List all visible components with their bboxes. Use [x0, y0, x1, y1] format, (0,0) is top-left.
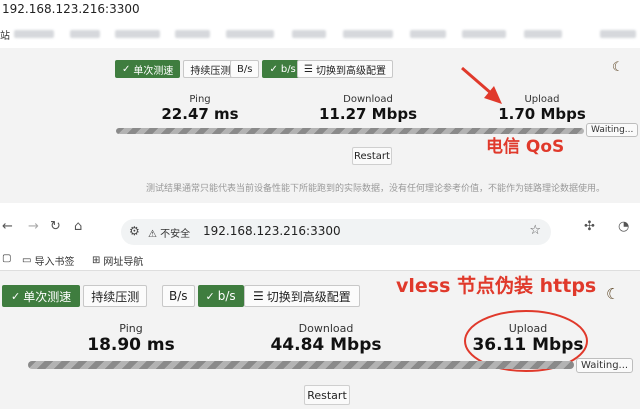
moon-icon[interactable]: ☾ — [612, 60, 624, 75]
security-label: 不安全 — [160, 229, 191, 240]
top-screenshot: 192.168.123.216:3300 站 ✓ 单次测速 持续压测 B/s ✓… — [0, 0, 640, 205]
bottom-single-test-label: 单次测速 — [23, 289, 72, 304]
blurred-bookmark — [175, 30, 210, 38]
bottom-annotation-vless: vless 节点伪装 https — [396, 275, 597, 297]
folder-icon: ▭ — [22, 255, 32, 266]
bottom-download-label: Download — [298, 322, 354, 335]
top-address-url[interactable]: 192.168.123.216:3300 — [2, 2, 140, 16]
address-url[interactable]: 192.168.123.216:3300 — [203, 224, 341, 238]
warning-icon: ⚠ — [148, 229, 157, 240]
bookmark-import[interactable]: ▭ 导入书签 — [22, 253, 74, 268]
top-ping-label: Ping — [189, 94, 211, 105]
top-bookmarks-bar: 站 — [0, 27, 640, 42]
top-download-label: Download — [343, 94, 393, 105]
bottom-unit-bits-button[interactable]: ✓ b/s — [197, 285, 244, 307]
top-ping-value: 22.47 ms — [161, 105, 239, 123]
blurred-bookmark — [462, 30, 506, 38]
top-ping-metric: Ping 22.47 ms — [160, 94, 240, 123]
top-advanced-config-button[interactable]: ☰ 切换到高级配置 — [297, 60, 393, 78]
bottom-restart-button[interactable]: Restart — [304, 385, 350, 405]
top-advanced-config-label: 切换到高级配置 — [315, 65, 386, 77]
top-waiting-badge: Waiting... — [586, 123, 639, 137]
bottom-continuous-test-label: 持续压测 — [91, 289, 140, 304]
check-icon: ✓ — [11, 289, 21, 303]
top-unit-bytes-label: B/s — [237, 63, 253, 75]
bottom-unit-toggle: B/s ✓ b/s — [162, 285, 244, 307]
sliders-icon: ☰ — [253, 289, 264, 303]
site-settings-icon[interactable]: ⚙ — [129, 224, 140, 238]
bottom-unit-bytes-label: B/s — [169, 289, 188, 303]
bottom-download-value: 44.84 Mbps — [270, 335, 382, 355]
blurred-bookmark — [292, 30, 326, 38]
top-annotation-qos: 电信 QoS — [486, 137, 565, 157]
bookmark-navigation[interactable]: ⊞ 网址导航 — [92, 253, 143, 268]
back-icon[interactable]: ← — [2, 219, 13, 234]
check-icon: ✓ — [122, 63, 131, 75]
top-download-value: 11.27 Mbps — [319, 105, 417, 123]
blurred-bookmark — [524, 30, 562, 38]
check-icon: ✓ — [205, 289, 215, 303]
top-continuous-test-label: 持续压测 — [190, 65, 231, 77]
extensions-icon[interactable]: ✣ — [584, 219, 595, 234]
top-unit-toggle: B/s ✓ b/s — [230, 60, 303, 78]
blurred-bookmark — [14, 30, 54, 38]
check-icon: ✓ — [269, 63, 278, 75]
sliders-icon: ☰ — [304, 63, 313, 75]
bottom-single-test-button[interactable]: ✓ 单次测速 — [2, 285, 81, 307]
blurred-bookmark — [70, 30, 100, 38]
bottom-unit-bytes-button[interactable]: B/s — [162, 285, 195, 307]
bookmarks-bar: ▢ ▭ 导入书签 ⊞ 网址导航 — [0, 251, 640, 269]
bottom-ping-label: Ping — [119, 322, 143, 335]
profile-icon[interactable]: ◔ — [618, 219, 629, 234]
bottom-screenshot: ← → ↻ ⌂ ⚙ ⚠ 不安全 192.168.123.216:3300 ☆ ✣… — [0, 205, 640, 409]
top-bookmark-first[interactable]: 站 — [0, 27, 10, 42]
security-status[interactable]: ⚠ 不安全 — [148, 225, 190, 240]
reload-icon[interactable]: ↻ — [50, 219, 61, 234]
top-disclaimer-note: 测试结果通常只能代表当前设备性能下所能跑到的实际数据，没有任何理论参考价值，不能… — [146, 184, 606, 194]
browser-chrome: ← → ↻ ⌂ ⚙ ⚠ 不安全 192.168.123.216:3300 ☆ ✣… — [0, 205, 640, 271]
top-single-test-label: 单次测速 — [133, 65, 174, 77]
bottom-advanced-wrap: ☰ 切换到高级配置 — [244, 285, 360, 307]
bookmark-grid-icon[interactable]: ▢ — [2, 253, 11, 264]
apps-grid-icon: ⊞ — [92, 255, 101, 266]
bottom-unit-bits-label: b/s — [217, 289, 236, 303]
home-icon[interactable]: ⌂ — [74, 219, 82, 234]
blurred-bookmark — [600, 30, 636, 38]
top-unit-bits-label: b/s — [280, 63, 296, 75]
moon-icon[interactable]: ☾ — [606, 285, 619, 303]
blurred-bookmark — [226, 30, 274, 38]
bookmark-navigation-label: 网址导航 — [103, 257, 144, 268]
blurred-bookmark — [343, 30, 393, 38]
top-download-metric: Download 11.27 Mbps — [318, 94, 418, 123]
blurred-bookmark — [410, 30, 446, 38]
top-advanced-wrap: ☰ 切换到高级配置 — [297, 60, 393, 78]
address-bar[interactable]: ⚙ ⚠ 不安全 192.168.123.216:3300 ☆ — [121, 219, 551, 245]
bottom-advanced-config-button[interactable]: ☰ 切换到高级配置 — [244, 285, 360, 307]
bottom-ping-metric: Ping 18.90 ms — [76, 322, 186, 355]
top-single-test-button[interactable]: ✓ 单次测速 — [115, 60, 181, 78]
top-mode-toggle: ✓ 单次测速 持续压测 — [115, 60, 238, 78]
bottom-continuous-test-button[interactable]: 持续压测 — [83, 285, 148, 307]
red-arrow-icon — [461, 66, 502, 104]
blurred-bookmark — [115, 30, 160, 38]
bottom-download-metric: Download 44.84 Mbps — [266, 322, 386, 355]
forward-icon[interactable]: → — [28, 219, 39, 234]
bottom-waiting-badge: Waiting... — [576, 358, 634, 373]
bottom-advanced-config-label: 切换到高级配置 — [266, 289, 351, 304]
top-unit-bytes-button[interactable]: B/s — [230, 60, 260, 78]
top-speedtest-panel: ✓ 单次测速 持续压测 B/s ✓ b/s ☰ 切换到高级配置 ☾ Ping 2… — [0, 48, 640, 203]
bookmark-import-label: 导入书签 — [34, 257, 75, 268]
bottom-ping-value: 18.90 ms — [87, 335, 175, 355]
bottom-mode-toggle: ✓ 单次测速 持续压测 — [2, 285, 148, 307]
bookmark-star-icon[interactable]: ☆ — [529, 223, 541, 238]
bottom-progress-bar — [28, 361, 574, 369]
top-restart-button[interactable]: Restart — [352, 147, 392, 165]
